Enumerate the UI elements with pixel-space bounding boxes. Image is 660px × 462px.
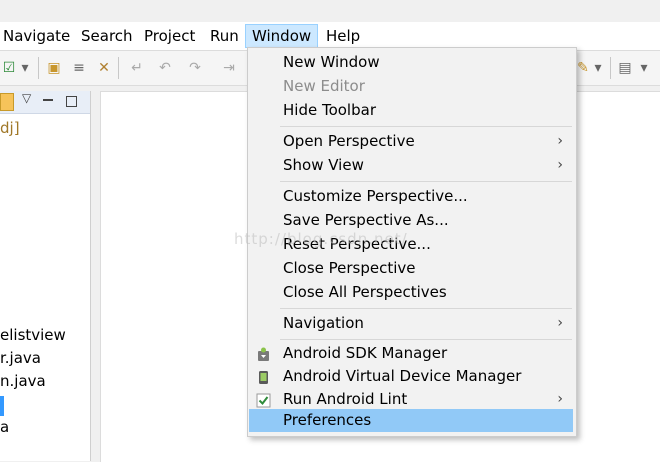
menu-separator bbox=[280, 181, 572, 182]
menu-item-label: Show View bbox=[283, 156, 364, 174]
menu-item-label: Customize Perspective... bbox=[283, 187, 468, 205]
submenu-arrow-icon: › bbox=[557, 157, 563, 173]
checkbox-icon[interactable]: ☑ bbox=[0, 59, 18, 77]
android-device-icon bbox=[256, 369, 271, 384]
android-sdk-manager-item[interactable]: Android SDK Manager bbox=[249, 342, 573, 365]
menu-item-label: Save Perspective As... bbox=[283, 211, 449, 229]
dropdown-arrow-icon[interactable]: ▾ bbox=[638, 59, 650, 77]
selected-list-item[interactable] bbox=[0, 396, 4, 416]
menu-item-label: Close All Perspectives bbox=[283, 283, 447, 301]
back-icon[interactable]: ↵ bbox=[128, 59, 146, 77]
tools-icon[interactable]: ✕ bbox=[95, 59, 113, 77]
dropdown-arrow-icon[interactable]: ▾ bbox=[19, 59, 31, 77]
menu-item-label: Preferences bbox=[283, 411, 372, 429]
submenu-arrow-icon: › bbox=[557, 133, 563, 149]
menu-item-label: Android SDK Manager bbox=[283, 344, 448, 362]
package-explorer: ▽ dj] elistview r.java n.java a bbox=[0, 91, 91, 461]
menu-item-label: New Window bbox=[283, 53, 380, 71]
list-item[interactable]: a bbox=[0, 418, 9, 436]
redo-icon[interactable]: ↷ bbox=[186, 59, 204, 77]
lint-check-icon bbox=[256, 392, 271, 408]
menu-item-label: New Editor bbox=[283, 77, 365, 95]
new-editor-item: New Editor bbox=[249, 75, 573, 98]
maximize-icon[interactable] bbox=[66, 96, 77, 107]
save-perspective-as-item[interactable]: Save Perspective As... bbox=[249, 209, 573, 232]
menu-item-label: Hide Toolbar bbox=[283, 101, 376, 119]
forward-icon[interactable]: ⇥ bbox=[220, 59, 238, 77]
sync-icon[interactable] bbox=[0, 93, 14, 111]
menu-search[interactable]: Search bbox=[75, 25, 139, 47]
run-android-lint-item[interactable]: Run Android Lint › bbox=[249, 388, 573, 411]
menu-project[interactable]: Project bbox=[138, 25, 201, 47]
undo-icon[interactable]: ↶ bbox=[156, 59, 174, 77]
toolbar-separator bbox=[610, 57, 611, 79]
menu-item-label: Run Android Lint bbox=[283, 390, 408, 408]
menu-help[interactable]: Help bbox=[320, 25, 366, 47]
watermark: http://blog.csdn.net/ bbox=[234, 230, 408, 248]
menu-separator bbox=[280, 126, 572, 127]
menu-item-label: Navigation bbox=[283, 314, 364, 332]
hide-toolbar-item[interactable]: Hide Toolbar bbox=[249, 99, 573, 122]
menu-item-label: Close Perspective bbox=[283, 259, 416, 277]
menu-navigate[interactable]: Navigate bbox=[0, 25, 76, 47]
new-file-icon[interactable]: ▣ bbox=[45, 59, 63, 77]
new-window-item[interactable]: New Window bbox=[249, 51, 573, 74]
navigation-item[interactable]: Navigation › bbox=[249, 312, 573, 335]
menu-item-label: Android Virtual Device Manager bbox=[283, 367, 522, 385]
customize-perspective-item[interactable]: Customize Perspective... bbox=[249, 185, 573, 208]
toolbar-separator bbox=[118, 57, 119, 79]
open-perspective-item[interactable]: Open Perspective › bbox=[249, 130, 573, 153]
close-perspective-item[interactable]: Close Perspective bbox=[249, 257, 573, 280]
list-item[interactable]: elistview bbox=[0, 326, 66, 344]
preferences-item[interactable]: Preferences bbox=[249, 409, 573, 432]
toolbar-separator bbox=[38, 57, 39, 79]
menu-item-label: Open Perspective bbox=[283, 132, 415, 150]
show-view-item[interactable]: Show View › bbox=[249, 154, 573, 177]
perspective-icon[interactable]: ▤ bbox=[616, 59, 634, 77]
dropdown-arrow-icon[interactable]: ▾ bbox=[592, 59, 604, 77]
list-item[interactable]: r.java bbox=[0, 349, 41, 367]
menu-separator bbox=[280, 308, 572, 309]
menu-separator bbox=[280, 339, 572, 340]
menu-run[interactable]: Run bbox=[204, 25, 245, 47]
project-label[interactable]: dj] bbox=[0, 119, 20, 137]
list-item[interactable]: n.java bbox=[0, 372, 46, 390]
android-sdk-icon bbox=[256, 346, 271, 361]
view-header: ▽ bbox=[0, 91, 90, 114]
submenu-arrow-icon: › bbox=[557, 315, 563, 331]
view-menu-icon[interactable]: ▽ bbox=[22, 91, 31, 105]
submenu-arrow-icon: › bbox=[557, 391, 563, 407]
menu-bar: Navigate Search Project Run Window Help bbox=[0, 22, 660, 50]
minimize-icon[interactable] bbox=[43, 99, 53, 101]
android-avd-manager-item[interactable]: Android Virtual Device Manager bbox=[249, 365, 573, 388]
close-all-perspectives-item[interactable]: Close All Perspectives bbox=[249, 281, 573, 304]
list-icon[interactable]: ≡ bbox=[70, 59, 88, 77]
menu-window[interactable]: Window bbox=[245, 24, 319, 48]
